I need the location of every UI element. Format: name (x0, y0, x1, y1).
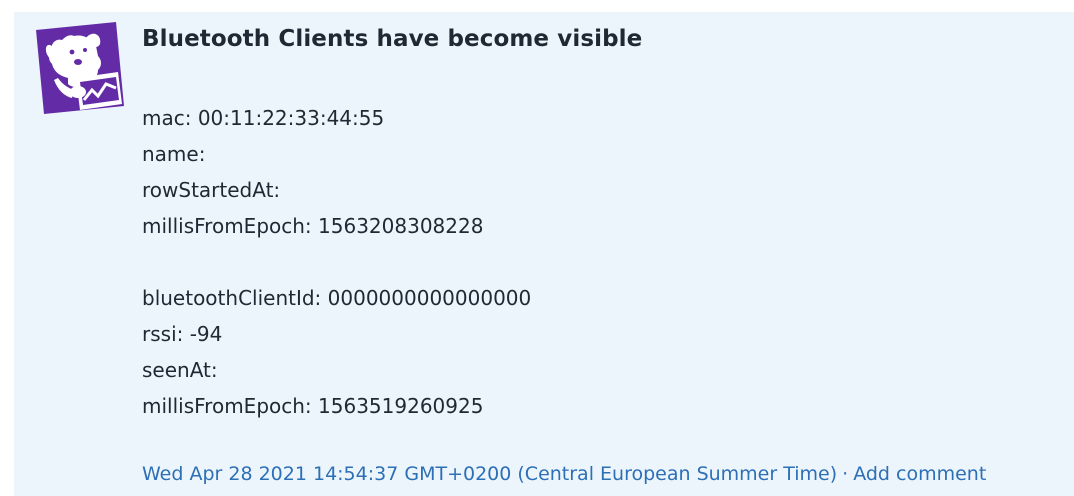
body-line-millis-from-epoch-2: millisFromEpoch: 1563519260925 (142, 394, 484, 418)
body-line-bluetooth-client-id: bluetoothClientId: 0000000000000000 (142, 286, 532, 310)
event-footer: Wed Apr 28 2021 14:54:37 GMT+0200 (Centr… (142, 460, 986, 488)
body-line-blank (142, 244, 531, 280)
timestamp-link[interactable]: Wed Apr 28 2021 14:54:37 GMT+0200 (Centr… (142, 463, 837, 485)
event-body: mac: 00:11:22:33:44:55 name: rowStartedA… (142, 100, 531, 424)
body-line-row-started-at: rowStartedAt: (142, 178, 281, 202)
body-line-mac: mac: 00:11:22:33:44:55 (142, 106, 385, 130)
body-line-name: name: (142, 142, 206, 166)
event-card: Bluetooth Clients have become visible ma… (14, 12, 1074, 496)
body-line-rssi: rssi: -94 (142, 322, 223, 346)
body-line-millis-from-epoch-1: millisFromEpoch: 1563208308228 (142, 214, 484, 238)
add-comment-link[interactable]: Add comment (853, 463, 986, 485)
body-line-seen-at: seenAt: (142, 358, 218, 382)
footer-separator: · (842, 463, 849, 485)
datadog-logo-icon (32, 20, 128, 116)
event-title: Bluetooth Clients have become visible (142, 26, 643, 52)
